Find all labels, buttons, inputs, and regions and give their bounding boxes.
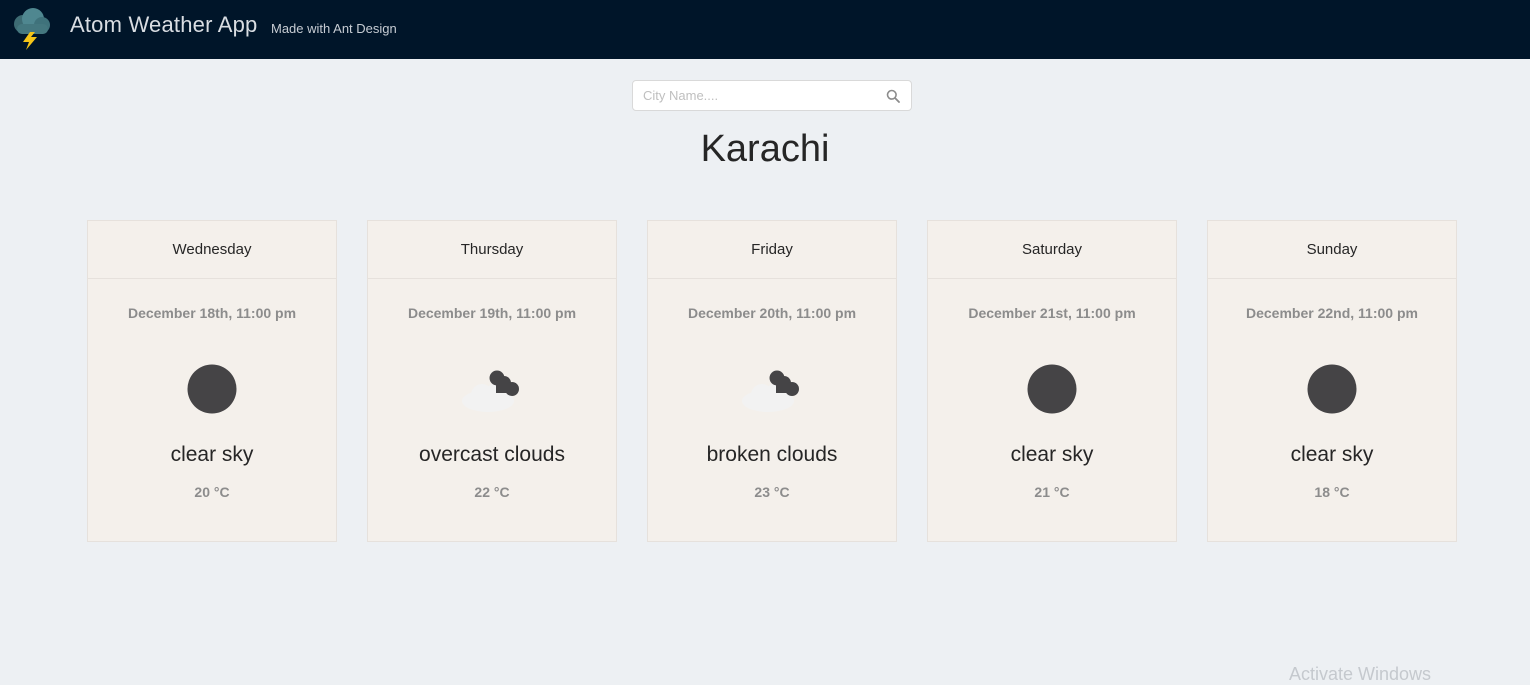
night-cloudy-icon (462, 370, 519, 412)
card-date: December 21st, 11:00 pm (968, 305, 1136, 321)
card-date: December 18th, 11:00 pm (127, 305, 297, 321)
forecast-card: Thursday December 19th, 11:00 pm overcas… (367, 220, 617, 542)
card-temperature: 23 °C (754, 484, 790, 500)
card-day: Sunday (1208, 221, 1456, 279)
card-description: overcast clouds (419, 443, 565, 466)
app-title: Atom Weather App (70, 12, 258, 37)
activate-windows-watermark: Activate Windows (1289, 664, 1432, 684)
moon-icon (1307, 364, 1357, 414)
card-description: clear sky (1010, 443, 1094, 466)
card-temperature: 20 °C (194, 484, 230, 500)
forecast-card: Sunday December 22nd, 11:00 pm clear sky… (1207, 220, 1457, 542)
night-cloudy-icon (742, 370, 799, 412)
forecast-card: Saturday December 21st, 11:00 pm clear s… (927, 220, 1177, 542)
card-date: December 22nd, 11:00 pm (1246, 305, 1418, 321)
search-icon[interactable] (886, 89, 900, 103)
app-header: Atom Weather App Made with Ant Design (0, 0, 1530, 59)
city-title: Karachi (700, 128, 830, 170)
forecast-card: Wednesday December 18th, 11:00 pm clear … (87, 220, 337, 542)
card-day: Saturday (928, 221, 1176, 279)
moon-icon (1027, 364, 1077, 414)
card-temperature: 18 °C (1314, 484, 1350, 500)
forecast-list: Wednesday December 18th, 11:00 pm clear … (87, 220, 1457, 542)
card-temperature: 22 °C (474, 484, 510, 500)
card-description: clear sky (170, 443, 254, 466)
card-day: Friday (648, 221, 896, 279)
moon-icon (187, 364, 237, 414)
card-temperature: 21 °C (1034, 484, 1070, 500)
card-description: clear sky (1290, 443, 1374, 466)
card-date: December 20th, 11:00 pm (687, 305, 857, 321)
card-day: Thursday (368, 221, 616, 279)
card-day: Wednesday (88, 221, 336, 279)
card-date: December 19th, 11:00 pm (407, 305, 577, 321)
search-input[interactable] (633, 81, 873, 110)
city-search (632, 80, 912, 111)
card-description: broken clouds (706, 443, 838, 466)
forecast-card: Friday December 20th, 11:00 pm broken cl… (647, 220, 897, 542)
app-subtitle: Made with Ant Design (271, 21, 397, 36)
cloud-lightning-icon[interactable] (8, 6, 54, 50)
